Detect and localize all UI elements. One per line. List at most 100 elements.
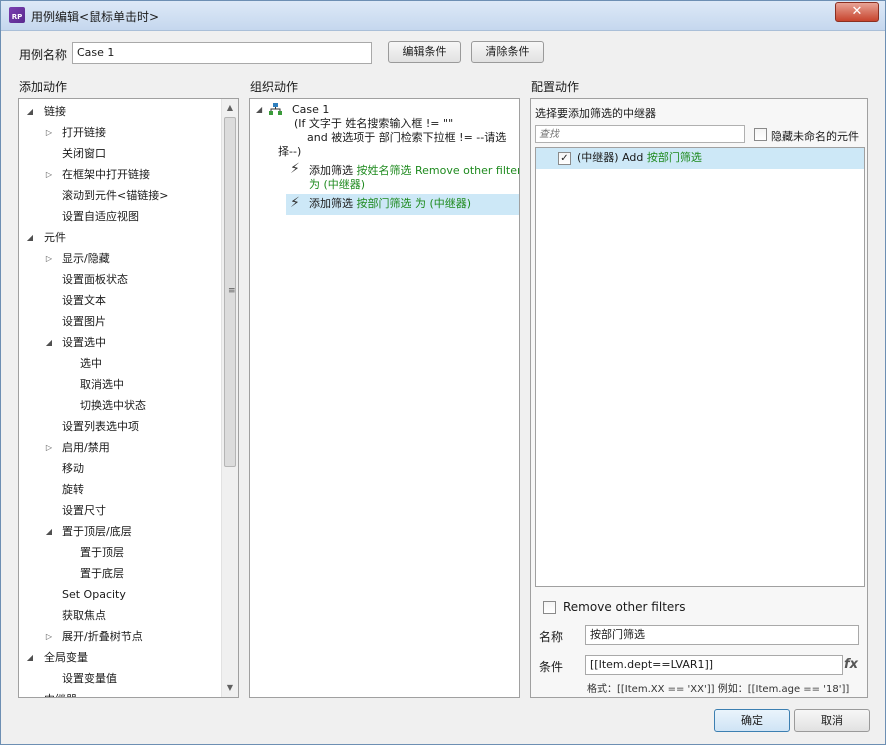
- tree-item[interactable]: Set Opacity: [19, 584, 219, 605]
- tree-item[interactable]: 置于底层: [19, 563, 219, 584]
- tree-item[interactable]: 设置变量值: [19, 668, 219, 689]
- tree-item[interactable]: 设置自适应视图: [19, 206, 219, 227]
- clear-condition-button[interactable]: 清除条件: [471, 41, 544, 63]
- case-name-input[interactable]: Case 1: [72, 42, 372, 64]
- collapse-arrow-icon[interactable]: ◢: [44, 521, 54, 542]
- action-prefix: 添加筛选: [309, 197, 357, 210]
- expand-arrow-icon[interactable]: ▷: [44, 164, 54, 185]
- repeater-list[interactable]: ✓ (中继器) Add 按部门筛选: [535, 147, 865, 587]
- tree-item-label: 设置尺寸: [62, 504, 106, 517]
- repeater-list-item[interactable]: ✓ (中继器) Add 按部门筛选: [536, 148, 864, 169]
- tree-item[interactable]: 设置图片: [19, 311, 219, 332]
- window-title: 用例编辑<鼠标单击时>: [31, 10, 160, 24]
- collapse-arrow-icon[interactable]: ◢: [25, 647, 35, 668]
- tree-item[interactable]: 旋转: [19, 479, 219, 500]
- filter-condition-input[interactable]: [[Item.dept==LVAR1]]: [585, 655, 843, 675]
- search-input[interactable]: [535, 125, 745, 143]
- remove-other-filters-checkbox[interactable]: [543, 601, 556, 614]
- cancel-button[interactable]: 取消: [794, 709, 870, 732]
- format-hint: 格式：[[Item.XX == 'XX']] 例如：[[Item.age == …: [587, 684, 850, 695]
- tree-item[interactable]: ▷ 显示/隐藏: [19, 248, 219, 269]
- hide-unnamed-checkbox[interactable]: [754, 128, 767, 141]
- tree-item[interactable]: 设置列表选中项: [19, 416, 219, 437]
- action-item-1[interactable]: 添加筛选 按姓名筛选 Remove other filters 为 (中继器): [309, 164, 520, 192]
- repeater-checkbox[interactable]: ✓: [558, 152, 571, 165]
- tree-item-label: 设置文本: [62, 294, 106, 307]
- tree-item[interactable]: ▷ 在框架中打开链接: [19, 164, 219, 185]
- tree-item[interactable]: 设置文本: [19, 290, 219, 311]
- case-expand-arrow[interactable]: ◢: [256, 105, 262, 114]
- tree-item-label: 移动: [62, 462, 84, 475]
- fx-function-button[interactable]: fx: [844, 657, 858, 672]
- scroll-thumb[interactable]: ≡: [224, 117, 236, 467]
- tree-item[interactable]: 选中: [19, 353, 219, 374]
- tree-item-label: 设置选中: [62, 336, 106, 349]
- expand-arrow-icon[interactable]: ▷: [44, 437, 54, 458]
- collapse-arrow-icon[interactable]: ◢: [25, 689, 35, 697]
- filter-condition-label: 条件: [539, 660, 564, 674]
- tree-item[interactable]: ▷ 展开/折叠树节点: [19, 626, 219, 647]
- tree-item[interactable]: ▷ 打开链接: [19, 122, 219, 143]
- tree-item-label: 置于底层: [80, 567, 124, 580]
- tree-item-label: 旋转: [62, 483, 84, 496]
- ok-button[interactable]: 确定: [714, 709, 790, 732]
- tree-item[interactable]: 设置面板状态: [19, 269, 219, 290]
- expand-arrow-icon[interactable]: ▷: [44, 626, 54, 647]
- tree-item[interactable]: ◢ 全局变量: [19, 647, 219, 668]
- tree-item[interactable]: 关闭窗口: [19, 143, 219, 164]
- expand-arrow-icon[interactable]: ▷: [44, 248, 54, 269]
- condition-line-1: (If 文字于 姓名搜索输入框 != "": [294, 117, 454, 130]
- scroll-down-icon[interactable]: ▼: [222, 680, 238, 696]
- condition-line-3: 择--): [278, 145, 302, 158]
- repeater-item-prefix: (中继器) Add: [577, 151, 647, 164]
- tree-item-label: 置于顶层: [80, 546, 124, 559]
- organize-actions-tree[interactable]: ◢ Case 1 (If 文字于 姓名搜索输入框 != "" and 被选项于 …: [249, 98, 520, 698]
- tree-item[interactable]: ◢ 中继器: [19, 689, 219, 697]
- tree-item-label: 取消选中: [80, 378, 124, 391]
- title-bar[interactable]: RP 用例编辑<鼠标单击时> ✕: [1, 1, 885, 31]
- tree-item[interactable]: 获取焦点: [19, 605, 219, 626]
- collapse-arrow-icon[interactable]: ◢: [25, 227, 35, 248]
- tree-item[interactable]: ◢ 元件: [19, 227, 219, 248]
- tree-item[interactable]: 切换选中状态: [19, 395, 219, 416]
- tree-item[interactable]: ◢ 置于顶层/底层: [19, 521, 219, 542]
- tree-item-label: 中继器: [44, 689, 77, 697]
- select-repeater-label: 选择要添加筛选的中继器: [535, 107, 656, 120]
- tree-item[interactable]: ▷ 启用/禁用: [19, 437, 219, 458]
- scroll-up-icon[interactable]: ▲: [222, 100, 238, 116]
- case-title[interactable]: Case 1: [292, 103, 329, 117]
- expand-arrow-icon[interactable]: ▷: [44, 122, 54, 143]
- tree-item-label: 全局变量: [44, 651, 88, 664]
- action-prefix: 添加筛选: [309, 164, 357, 177]
- tree-item[interactable]: ◢ 链接: [19, 101, 219, 122]
- tree-scrollbar[interactable]: ▲ ≡ ▼: [221, 99, 238, 697]
- tree-item[interactable]: 取消选中: [19, 374, 219, 395]
- tree-item[interactable]: 置于顶层: [19, 542, 219, 563]
- tree-item-label: 设置自适应视图: [62, 210, 139, 223]
- filter-name-input[interactable]: 按部门筛选: [585, 625, 859, 645]
- action-item-2[interactable]: 添加筛选 按部门筛选 为 (中继器): [309, 197, 471, 211]
- tree-item[interactable]: 移动: [19, 458, 219, 479]
- collapse-arrow-icon[interactable]: ◢: [25, 101, 35, 122]
- tree-item[interactable]: 滚动到元件<锚链接>: [19, 185, 219, 206]
- tree-item[interactable]: 设置尺寸: [19, 500, 219, 521]
- edit-condition-button[interactable]: 编辑条件: [388, 41, 461, 63]
- case-icon: [269, 103, 282, 115]
- tree-item-label: 设置图片: [62, 315, 106, 328]
- action-bolt-icon: ⚡: [290, 161, 300, 177]
- action-highlight: 按姓名筛选 Remove other filters: [356, 164, 520, 177]
- condition-line-2: and 被选项于 部门检索下拉框 != --请选: [307, 131, 507, 144]
- tree-item[interactable]: ◢ 设置选中: [19, 332, 219, 353]
- close-button[interactable]: ✕: [835, 2, 879, 22]
- collapse-arrow-icon[interactable]: ◢: [44, 332, 54, 353]
- add-actions-tree[interactable]: ◢ 链接 ▷ 打开链接 关闭窗口 ▷ 在框架中打开链接 滚动到元件<锚链接> 设置自适应视图 ◢ 元…: [18, 98, 239, 698]
- axure-app-icon: RP: [9, 7, 25, 23]
